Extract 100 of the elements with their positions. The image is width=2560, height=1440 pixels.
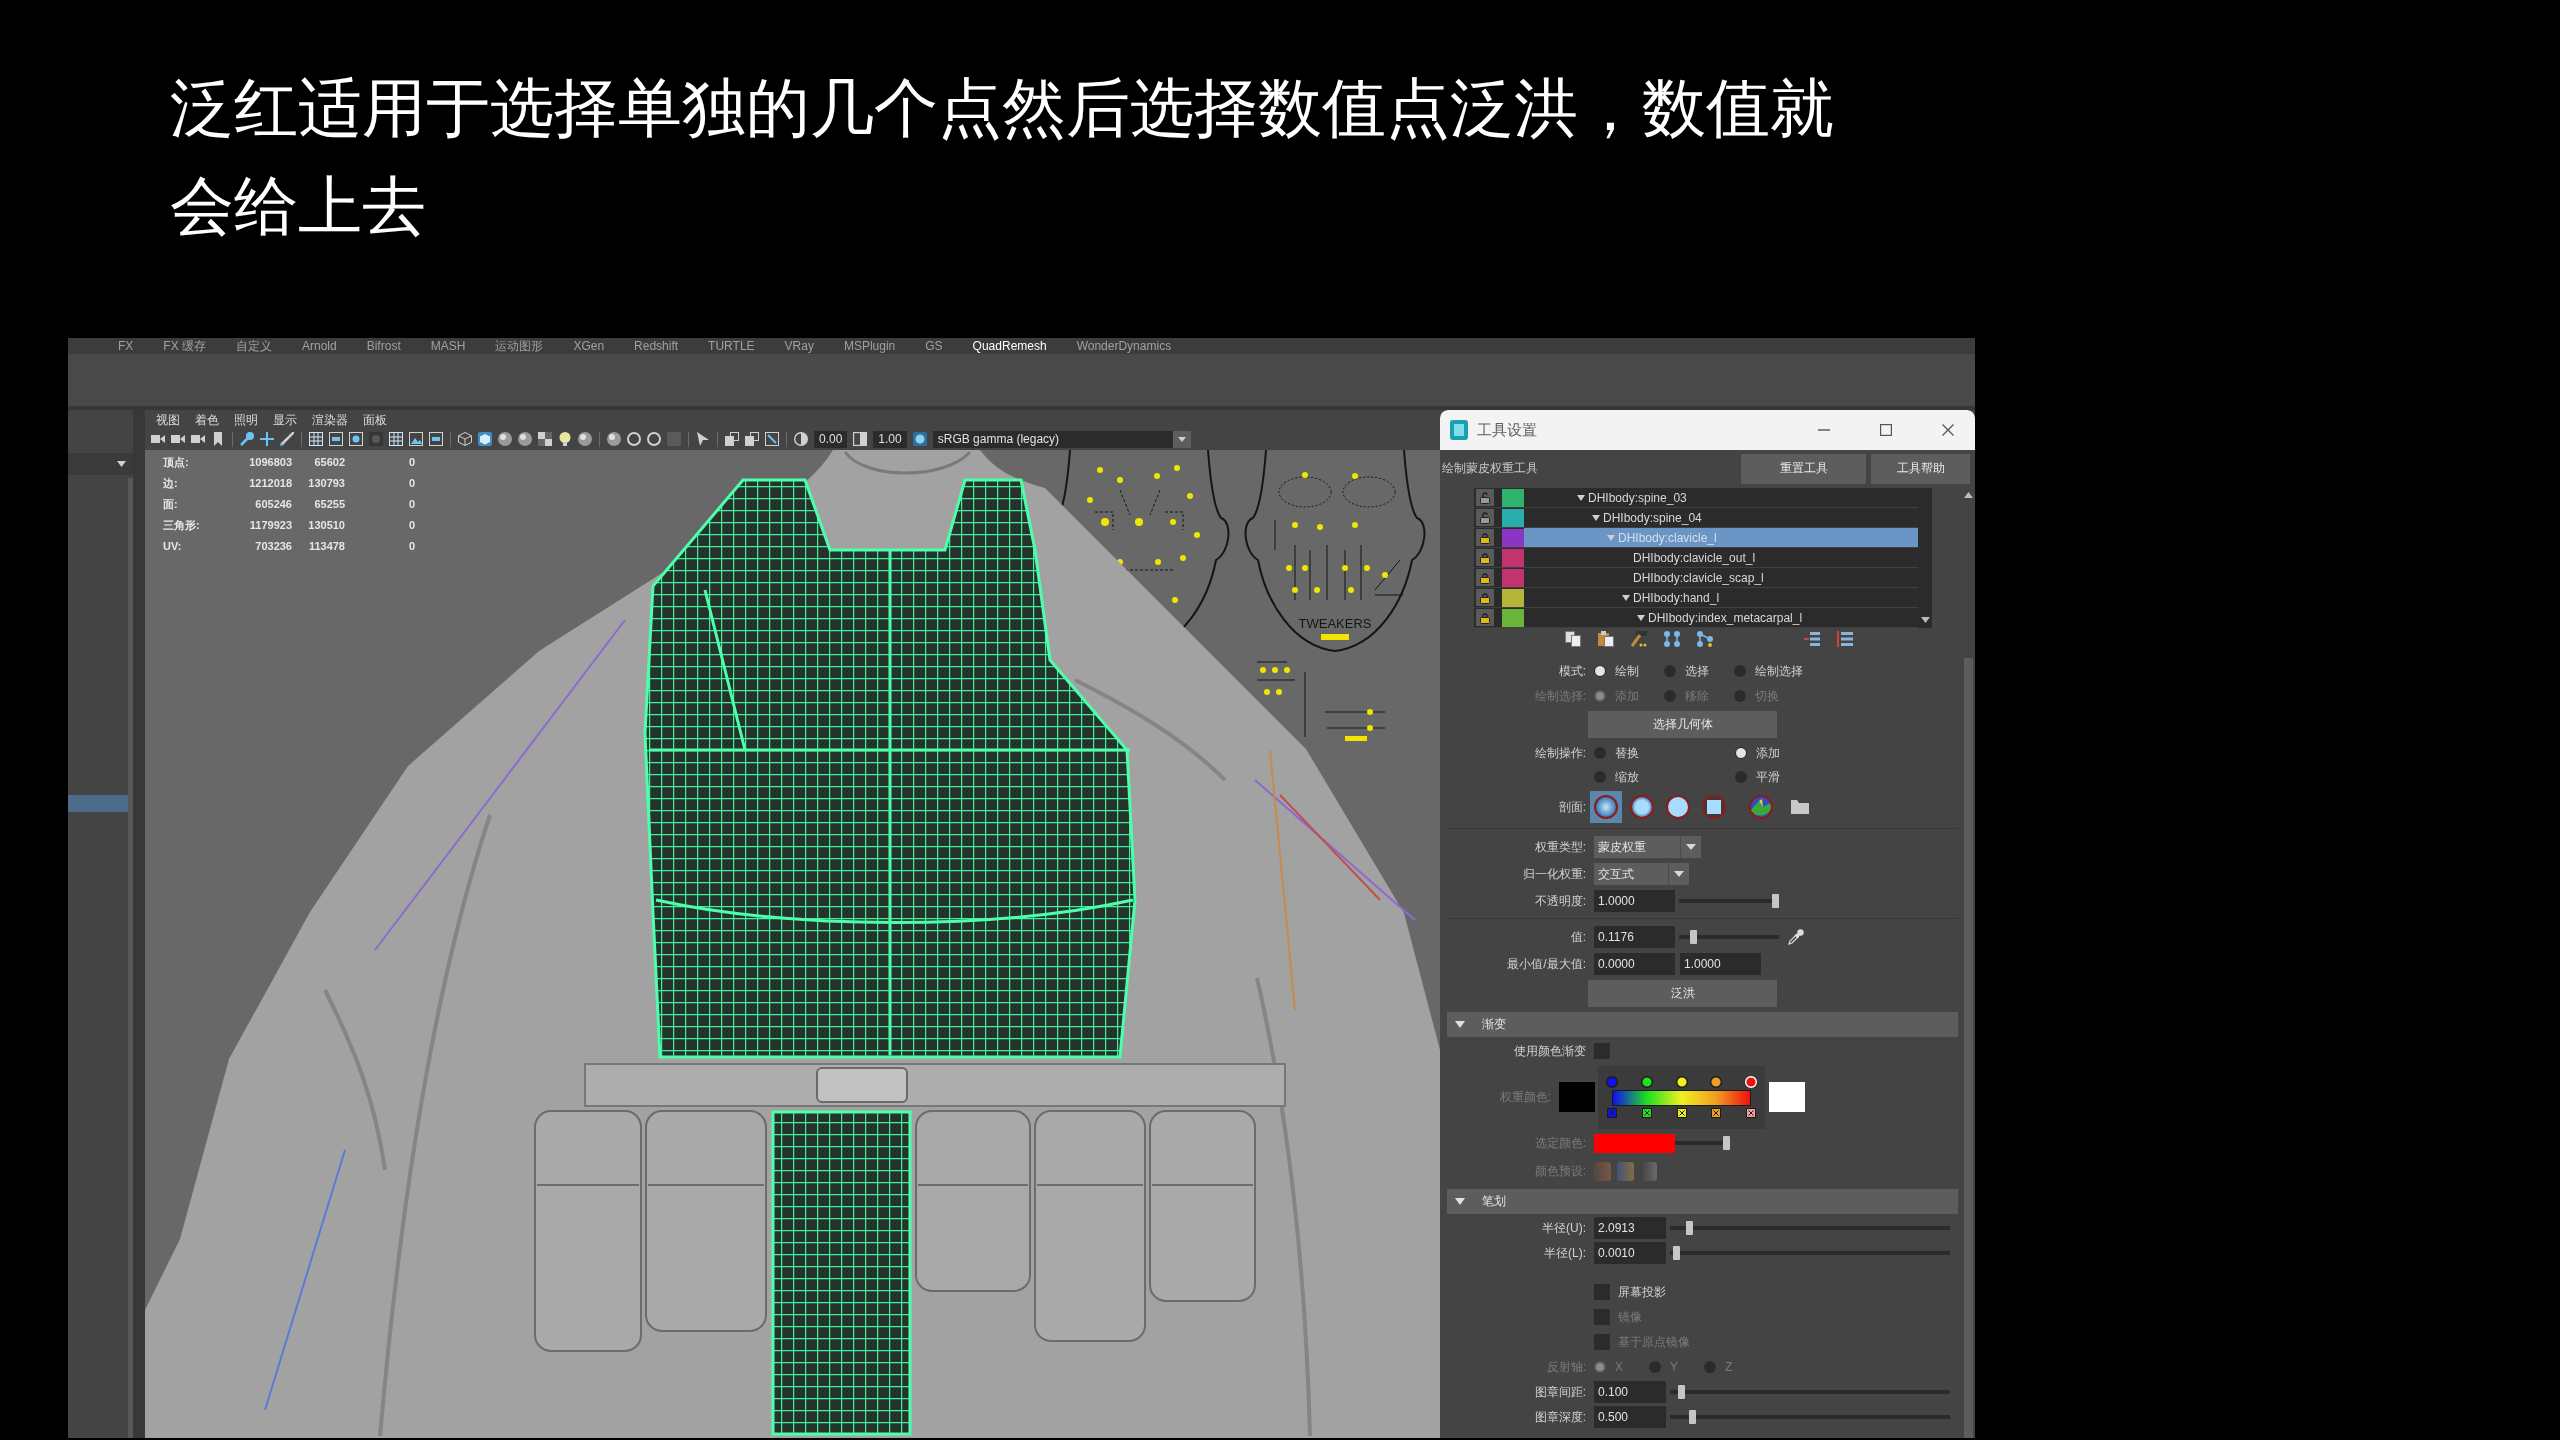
scrollbar-thumb[interactable] bbox=[1964, 658, 1973, 1438]
documents-icon[interactable] bbox=[1565, 631, 1581, 647]
influence-list[interactable]: DHIbody:spine_03 DHIbody:spine_04 DHIbody:clavicle_l DHIbody:clavicle_out_l DHIbody:clavicle_scap_l DHIbody:hand_l DHIbody:index_metacarpal_l bbox=[1474, 488, 1932, 628]
radio-label[interactable]: 绘制选择 bbox=[1755, 662, 1803, 680]
shelf-tab[interactable]: Redshift bbox=[634, 339, 679, 353]
slider-thumb[interactable] bbox=[1772, 894, 1779, 908]
shelf-tab[interactable]: WonderDynamics bbox=[1076, 339, 1172, 353]
tree-row[interactable]: DHIbody:clavicle_out_l bbox=[1474, 548, 1918, 568]
shelf-tab[interactable]: MASH bbox=[430, 339, 466, 353]
picture-icon[interactable] bbox=[409, 432, 423, 446]
number-field[interactable]: 1.0000 bbox=[1680, 953, 1761, 975]
number-field[interactable]: 2.0913 bbox=[1594, 1217, 1666, 1239]
tool-button[interactable]: 选择几何体 bbox=[1588, 711, 1777, 738]
stop-handle-icon[interactable] bbox=[1641, 1108, 1652, 1118]
number-field[interactable]: 0.100 bbox=[1594, 1381, 1666, 1403]
shaded-cube-icon[interactable] bbox=[478, 432, 492, 446]
radio-label[interactable]: 缩放 bbox=[1615, 768, 1639, 786]
open-padlock-icon[interactable] bbox=[1476, 489, 1494, 506]
radio-label[interactable]: 选择 bbox=[1685, 662, 1709, 680]
section-header[interactable]: 渐变 bbox=[1447, 1012, 1958, 1037]
tree-row[interactable]: DHIbody:hand_l bbox=[1474, 588, 1918, 608]
checkbox[interactable] bbox=[1594, 1043, 1610, 1059]
shelf-tab[interactable]: GS bbox=[925, 339, 943, 353]
joint-branch-icon[interactable] bbox=[1697, 631, 1713, 647]
film-frame-icon[interactable] bbox=[329, 432, 343, 446]
stop-handle-icon[interactable] bbox=[1607, 1108, 1617, 1118]
close-icon[interactable] bbox=[1942, 424, 1954, 436]
ring-icon[interactable] bbox=[627, 432, 641, 446]
open-padlock-icon[interactable] bbox=[1476, 509, 1494, 526]
scroll-down-arrow-icon[interactable] bbox=[1920, 617, 1930, 623]
shelf-tab[interactable]: Bifrost bbox=[366, 339, 401, 353]
list-icon[interactable] bbox=[1837, 631, 1853, 647]
paintbrush-icon[interactable] bbox=[240, 432, 254, 446]
shelf-tab[interactable]: VRay bbox=[784, 339, 814, 353]
tool-button[interactable]: 泛洪 bbox=[1588, 980, 1777, 1007]
caret-icon[interactable] bbox=[1177, 436, 1186, 442]
menu-item[interactable]: 显示 bbox=[273, 412, 297, 428]
camera-icon[interactable] bbox=[171, 432, 185, 446]
stop-handle-icon[interactable] bbox=[1711, 1108, 1722, 1118]
tree-row[interactable]: DHIbody:clavicle_scap_l bbox=[1474, 568, 1918, 588]
bookmark-icon[interactable] bbox=[211, 432, 225, 446]
header-button[interactable]: 重置工具 bbox=[1741, 453, 1866, 484]
sphere-icon[interactable] bbox=[607, 432, 621, 446]
disclosure-triangle-icon[interactable] bbox=[1622, 594, 1630, 601]
shelf-tab[interactable]: 自定义 bbox=[236, 338, 272, 355]
section-header[interactable]: 笔划 bbox=[1447, 1189, 1958, 1214]
stop-handle-icon[interactable] bbox=[1676, 1108, 1687, 1118]
radio-button[interactable] bbox=[1594, 665, 1606, 677]
disclosure-triangle-icon[interactable] bbox=[1455, 1021, 1465, 1028]
radio-label[interactable]: 添加 bbox=[1756, 744, 1780, 762]
slider-thumb[interactable] bbox=[1672, 1246, 1680, 1260]
padlock-icon[interactable] bbox=[1476, 589, 1494, 606]
slider-thumb[interactable] bbox=[1689, 1410, 1697, 1424]
tree-row[interactable]: DHIbody:index_metacarpal_l bbox=[1474, 608, 1918, 628]
radio-button[interactable] bbox=[1735, 747, 1747, 759]
stop-handle-icon[interactable] bbox=[1746, 1108, 1756, 1118]
shelf-tab[interactable]: 运动图形 bbox=[495, 338, 544, 355]
menu-item[interactable]: 照明 bbox=[234, 412, 258, 428]
list-icon[interactable] bbox=[1804, 631, 1820, 647]
disclosure-triangle-icon[interactable] bbox=[1577, 494, 1585, 501]
dropdown[interactable]: 交互式 bbox=[1594, 863, 1689, 885]
shelf-tab[interactable]: MSPlugin bbox=[843, 339, 896, 353]
slider-thumb[interactable] bbox=[1686, 1221, 1694, 1235]
shelf-tab[interactable]: XGen bbox=[573, 339, 605, 353]
shelf-tab[interactable]: FX bbox=[118, 339, 134, 353]
hammer-icon[interactable] bbox=[1631, 631, 1647, 647]
radio-label[interactable]: 替换 bbox=[1615, 744, 1639, 762]
pen-icon[interactable] bbox=[280, 432, 294, 446]
radio-button[interactable] bbox=[1594, 771, 1606, 783]
caret-icon[interactable] bbox=[1674, 871, 1684, 877]
scroll-up-arrow-icon[interactable] bbox=[1964, 492, 1973, 498]
menu-item[interactable]: 视图 bbox=[156, 412, 180, 428]
checkbox[interactable] bbox=[1594, 1284, 1610, 1300]
cursor-icon[interactable] bbox=[696, 432, 710, 446]
viewport-panel[interactable]: TWEAKERS 顶点: 1096803 65602 0 边: 1212018 130793 0 面: 605246 65255 0 三角形: 1179923 130510 0 UV: 703236 113478 0 bbox=[145, 450, 1440, 1438]
slider-thumb[interactable] bbox=[1678, 1385, 1686, 1399]
padlock-icon[interactable] bbox=[1476, 569, 1494, 586]
light-bulb-icon[interactable] bbox=[558, 432, 572, 446]
shelf-tab[interactable]: TURTLE bbox=[708, 339, 755, 353]
radio-button[interactable] bbox=[1594, 747, 1606, 759]
shelf-tab[interactable]: QuadRemesh bbox=[972, 339, 1047, 353]
disclosure-triangle-icon[interactable] bbox=[1455, 1198, 1465, 1205]
shelf-tab[interactable]: Arnold bbox=[302, 339, 337, 353]
number-field[interactable]: 0.00 bbox=[814, 430, 848, 448]
frame-icon[interactable] bbox=[765, 432, 779, 446]
checker-icon[interactable] bbox=[538, 432, 552, 446]
windows-icon[interactable] bbox=[725, 432, 739, 446]
number-field[interactable]: 0.0010 bbox=[1594, 1242, 1666, 1264]
checkbox-label[interactable]: 屏幕投影 bbox=[1618, 1283, 1666, 1301]
wireframe-cube-icon[interactable] bbox=[458, 432, 472, 446]
number-field[interactable]: 1.0000 bbox=[1594, 890, 1675, 912]
shelf-tab[interactable]: FX 缓存 bbox=[163, 338, 206, 355]
menu-item[interactable]: 着色 bbox=[195, 412, 219, 428]
half-square-icon[interactable] bbox=[853, 432, 868, 446]
header-button[interactable]: 工具帮助 bbox=[1871, 453, 1970, 484]
grid-icon[interactable] bbox=[389, 432, 403, 446]
padlock-icon[interactable] bbox=[1476, 529, 1494, 546]
padlock-icon[interactable] bbox=[1476, 549, 1494, 566]
tree-row[interactable]: DHIbody:spine_04 bbox=[1474, 508, 1918, 528]
circle-badge-icon[interactable] bbox=[912, 432, 927, 446]
